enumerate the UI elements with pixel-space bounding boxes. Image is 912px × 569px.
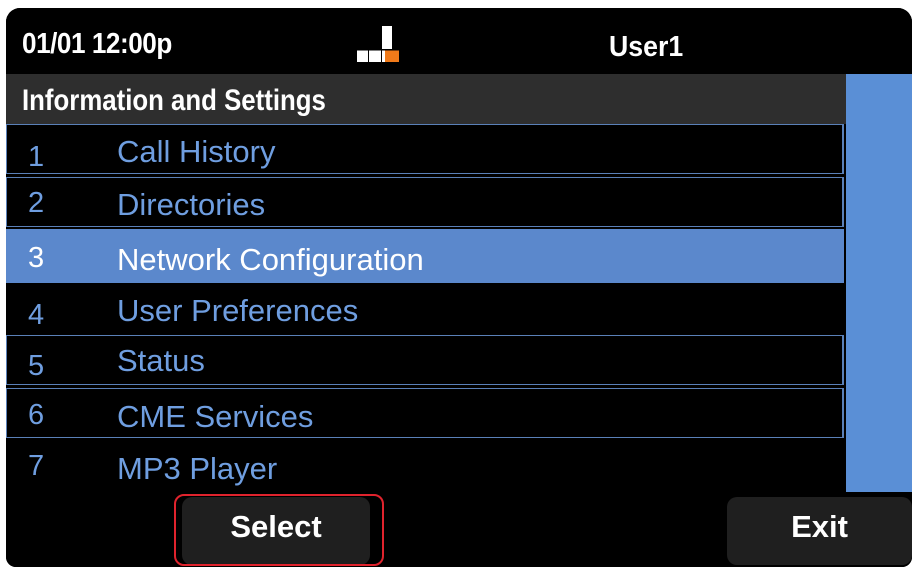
date-time: 01/01 12:00p [22, 28, 172, 60]
menu-list: 1 Call History 2 Directories 3 Network C… [6, 124, 846, 492]
menu-item-cme-services[interactable]: 6 CME Services [6, 388, 844, 438]
exit-softkey[interactable]: Exit [727, 497, 912, 565]
menu-item-number: 4 [28, 299, 45, 331]
menu-item-label: MP3 Player [117, 451, 278, 486]
user-name: User1 [609, 31, 684, 63]
page-title: Information and Settings [22, 84, 326, 117]
screen-header: Information and Settings [6, 74, 846, 124]
line-status-icon [356, 26, 399, 62]
softkey-bar: Select Exit [6, 492, 912, 567]
select-softkey[interactable]: Select [182, 497, 370, 565]
menu-item-number: 7 [28, 450, 45, 482]
menu-item-mp3-player[interactable]: 7 MP3 Player [6, 440, 844, 490]
menu-item-label: Call History [117, 134, 276, 169]
menu-item-user-preferences[interactable]: 4 User Preferences [6, 284, 844, 334]
menu-item-status[interactable]: 5 Status [6, 335, 844, 385]
menu-item-call-history[interactable]: 1 Call History [6, 124, 844, 174]
menu-item-label: Directories [117, 187, 266, 222]
menu-item-label: Network Configuration [117, 242, 424, 277]
menu-item-number: 1 [28, 141, 45, 173]
menu-item-label: Status [117, 343, 205, 378]
menu-item-number: 6 [28, 399, 45, 431]
menu-item-number: 2 [28, 187, 45, 219]
menu-item-label: User Preferences [117, 293, 359, 328]
menu-item-directories[interactable]: 2 Directories [6, 177, 844, 227]
status-bar: 01/01 12:00p User1 [6, 8, 912, 74]
menu-item-label: CME Services [117, 399, 314, 434]
phone-screen: 01/01 12:00p User1 Information and Setti… [6, 8, 912, 567]
menu-item-network-configuration[interactable]: 3 Network Configuration [6, 229, 844, 283]
scrollbar[interactable] [846, 74, 912, 492]
menu-item-number: 3 [28, 242, 45, 274]
menu-item-number: 5 [28, 350, 45, 382]
